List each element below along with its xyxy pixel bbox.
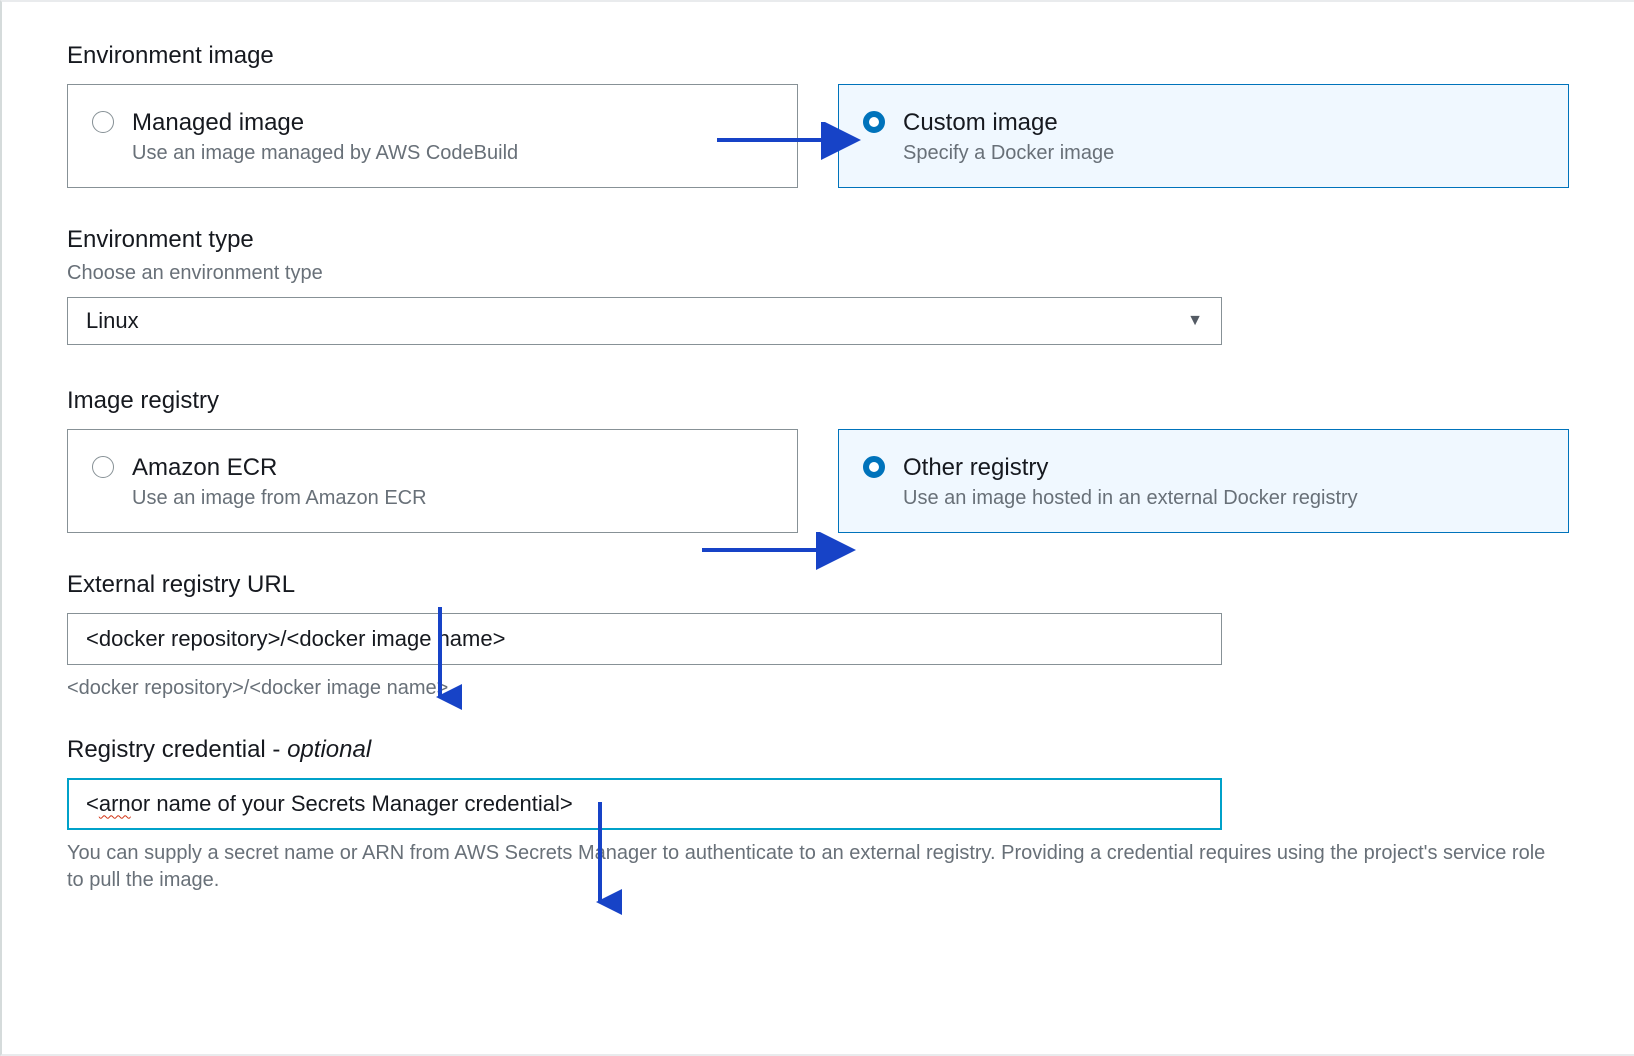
option-text: Other registry Use an image hosted in an…: [903, 452, 1358, 510]
custom-image-option[interactable]: Custom image Specify a Docker image: [838, 84, 1569, 188]
registry-credential-label: Registry credential - optional: [67, 736, 1569, 764]
external-registry-group: External registry URL <docker repository…: [67, 571, 1569, 702]
registry-credential-label-main: Registry credential: [67, 736, 266, 763]
amazon-ecr-option[interactable]: Amazon ECR Use an image from Amazon ECR: [67, 429, 798, 533]
credential-value-arn: arn: [99, 791, 131, 817]
radio-icon: [92, 111, 114, 133]
external-registry-url-input[interactable]: [67, 613, 1222, 665]
registry-credential-input[interactable]: <arn or name of your Secrets Manager cre…: [67, 778, 1222, 830]
other-registry-option[interactable]: Other registry Use an image hosted in an…: [838, 429, 1569, 533]
environment-type-select[interactable]: Linux ▼: [67, 297, 1222, 345]
option-title: Managed image: [132, 107, 518, 138]
form-page: Environment image Managed image Use an i…: [0, 0, 1634, 1056]
image-registry-label: Image registry: [67, 387, 1569, 415]
credential-value-prefix: <: [86, 791, 99, 817]
arrow-annotation-icon: [702, 532, 872, 572]
environment-type-sublabel: Choose an environment type: [67, 262, 1569, 285]
chevron-down-icon: ▼: [1187, 312, 1203, 330]
managed-image-option[interactable]: Managed image Use an image managed by AW…: [67, 84, 798, 188]
external-registry-url-helper: <docker repository>/<docker image name>: [67, 675, 1567, 702]
option-text: Amazon ECR Use an image from Amazon ECR: [132, 452, 427, 510]
radio-icon: [863, 111, 885, 133]
registry-credential-label-sep: -: [266, 736, 287, 763]
option-desc: Use an image managed by AWS CodeBuild: [132, 142, 518, 165]
option-title: Other registry: [903, 452, 1358, 483]
option-text: Managed image Use an image managed by AW…: [132, 107, 518, 165]
option-text: Custom image Specify a Docker image: [903, 107, 1114, 165]
credential-value-rest: or name of your Secrets Manager credenti…: [131, 791, 573, 817]
option-desc: Use an image hosted in an external Docke…: [903, 487, 1358, 510]
radio-icon: [92, 456, 114, 478]
registry-credential-group: Registry credential - optional <arn or n…: [67, 736, 1569, 894]
option-desc: Specify a Docker image: [903, 142, 1114, 165]
registry-credential-label-optional: optional: [287, 736, 371, 763]
radio-icon: [863, 456, 885, 478]
option-title: Custom image: [903, 107, 1114, 138]
environment-image-options: Managed image Use an image managed by AW…: [67, 84, 1569, 188]
external-registry-url-label: External registry URL: [67, 571, 1569, 599]
environment-image-label: Environment image: [67, 42, 1569, 70]
environment-type-select-wrap: Linux ▼: [67, 297, 1222, 345]
select-value: Linux: [86, 308, 139, 334]
image-registry-options: Amazon ECR Use an image from Amazon ECR …: [67, 429, 1569, 533]
environment-type-label: Environment type: [67, 226, 1569, 254]
option-desc: Use an image from Amazon ECR: [132, 487, 427, 510]
option-title: Amazon ECR: [132, 452, 427, 483]
registry-credential-helper: You can supply a secret name or ARN from…: [67, 840, 1567, 894]
